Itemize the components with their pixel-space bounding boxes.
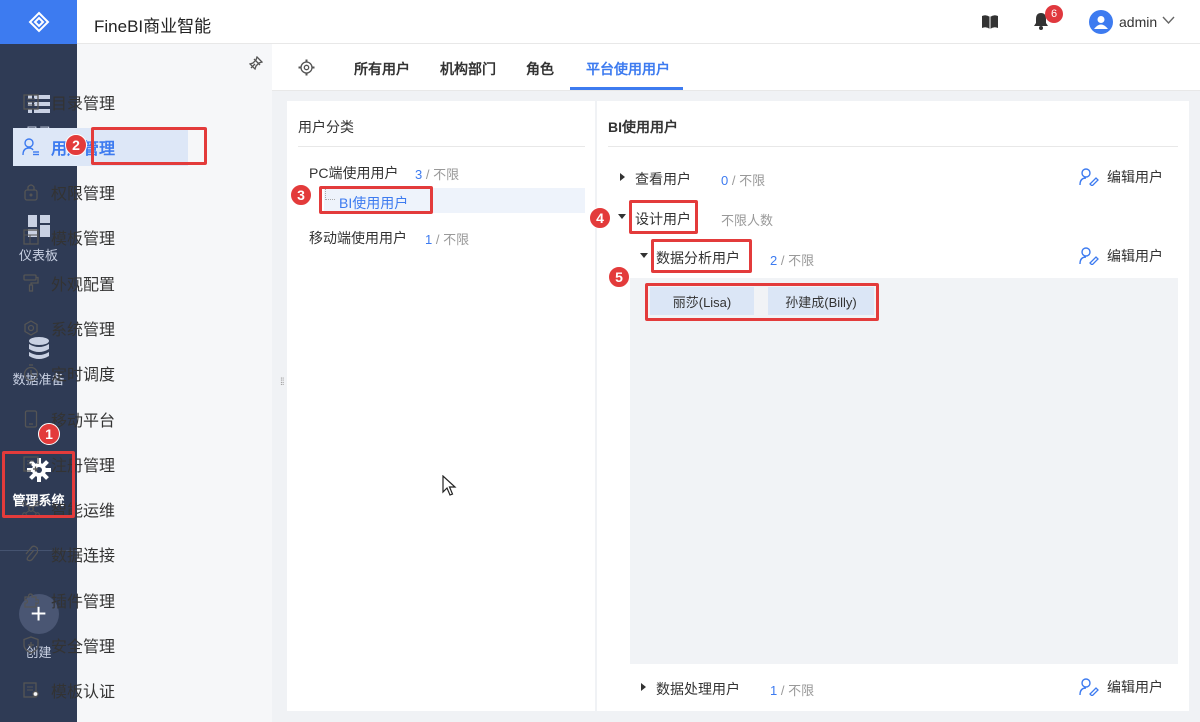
sidebar-item-label: 安全管理: [51, 639, 116, 656]
edit-processing-users-button[interactable]: 编辑用户: [1079, 677, 1163, 697]
sidebar-item-label: 目录管理: [51, 96, 116, 113]
edit-user-icon: [1079, 168, 1099, 186]
settings-icon: [24, 320, 38, 336]
processing-user-count: 1 / 不限: [770, 683, 815, 698]
sidebar-item-label: 移动平台: [51, 413, 116, 430]
mouse-cursor-icon: [442, 475, 457, 496]
mobile-user-count: 1 / 不限: [425, 232, 470, 247]
gear-icon[interactable]: [298, 59, 315, 76]
category-pc-users[interactable]: PC端使用用户: [309, 163, 398, 183]
timer-icon: [23, 364, 39, 382]
sidebar-item-label: 数据连接: [51, 548, 116, 565]
expand-caret[interactable]: [620, 173, 625, 181]
group-processing-users[interactable]: 数据处理用户: [656, 679, 740, 699]
sidebar-item-label: 系统管理: [51, 322, 116, 339]
top-header: FineBI商业智能 6 admin: [77, 0, 1200, 44]
group-view-users[interactable]: 查看用户: [635, 169, 691, 189]
panel-title: 用户分类: [298, 119, 354, 135]
edit-view-users-button[interactable]: 编辑用户: [1079, 167, 1163, 187]
tab-roles[interactable]: 角色: [526, 59, 554, 79]
lock-icon: [24, 184, 38, 201]
sidebar-item-label: 外观配置: [51, 277, 116, 294]
collapse-caret[interactable]: [618, 214, 626, 219]
shield-icon: [23, 636, 39, 654]
pin-icon[interactable]: [249, 56, 263, 70]
sidebar-item-system[interactable]: 系统管理: [13, 309, 188, 347]
certificate-icon: [23, 682, 39, 698]
sidebar-item-label: 模板管理: [51, 231, 116, 248]
app-logo[interactable]: [0, 0, 77, 44]
annotation-box-3: [319, 186, 433, 214]
annotation-marker-3: 3: [290, 184, 312, 206]
annotation-marker-1: 1: [38, 423, 60, 445]
view-user-count: 0 / 不限: [721, 173, 766, 188]
user-name[interactable]: admin: [1119, 14, 1157, 30]
tab-bar: 所有用户 机构部门 角色 平台使用用户: [272, 44, 1200, 91]
category-mobile-users[interactable]: 移动端使用用户: [309, 228, 407, 248]
annotation-marker-2: 2: [65, 134, 87, 156]
annotation-box-4: [629, 200, 698, 234]
avatar[interactable]: [1089, 10, 1113, 34]
member-list-area: [630, 278, 1178, 664]
logo-icon: [28, 11, 49, 33]
sidebar-item-label: 权限管理: [51, 186, 116, 203]
sidebar-item-connection[interactable]: 数据连接: [13, 535, 188, 573]
panel-resize-handle[interactable]: ⁞⁞: [280, 377, 284, 388]
edit-user-icon: [1079, 247, 1099, 265]
design-user-note: 不限人数: [721, 213, 774, 228]
notification-badge: 6: [1045, 5, 1063, 23]
annotation-box-5b: [645, 283, 879, 321]
sidebar-item-label: 模板认证: [51, 684, 116, 701]
user-manage-icon: [22, 138, 39, 156]
pc-user-count: 3 / 不限: [415, 167, 460, 182]
catalog-icon: [23, 94, 39, 110]
sidebar-item-label: 定时调度: [51, 367, 116, 384]
sidebar-item-permission[interactable]: 权限管理: [13, 173, 188, 211]
analysis-user-count: 2 / 不限: [770, 253, 815, 268]
tab-all-users[interactable]: 所有用户: [354, 59, 410, 79]
paint-roller-icon: [23, 274, 39, 292]
annotation-marker-4: 4: [589, 207, 611, 229]
template-icon: [23, 229, 39, 245]
expand-caret[interactable]: [641, 683, 646, 691]
sidebar-item-appearance[interactable]: 外观配置: [13, 264, 188, 302]
annotation-box-2: [91, 127, 207, 165]
collapse-caret[interactable]: [640, 253, 648, 258]
user-icon: [1094, 16, 1108, 29]
annotation-box-1: [2, 451, 75, 518]
edit-analysis-users-button[interactable]: 编辑用户: [1079, 246, 1163, 266]
annotation-marker-5: 5: [608, 266, 630, 288]
edit-user-icon: [1079, 678, 1099, 696]
sidebar-item-template[interactable]: 模板管理: [13, 218, 188, 256]
sidebar-item-catalog[interactable]: 目录管理: [13, 83, 188, 121]
mobile-icon: [24, 410, 38, 428]
tab-platform-users[interactable]: 平台使用用户: [586, 59, 670, 79]
active-tab-indicator: [570, 87, 683, 90]
tab-departments[interactable]: 机构部门: [440, 59, 496, 79]
divider: [298, 146, 585, 147]
sidebar-item-security[interactable]: 安全管理: [13, 626, 188, 664]
puzzle-icon: [24, 593, 39, 608]
annotation-box-5a: [651, 239, 752, 273]
panel-title: BI使用用户: [608, 119, 678, 135]
chevron-down-icon[interactable]: [1162, 16, 1175, 25]
paperclip-icon: [25, 545, 38, 562]
sidebar-item-certification[interactable]: 模板认证: [13, 671, 188, 709]
book-icon[interactable]: [981, 14, 999, 30]
sidebar-item-label: 插件管理: [51, 594, 116, 611]
divider: [608, 146, 1178, 147]
app-title: FineBI商业智能: [94, 17, 212, 36]
sidebar-item-schedule[interactable]: 定时调度: [13, 354, 188, 392]
sidebar-item-plugin[interactable]: 插件管理: [13, 581, 188, 619]
